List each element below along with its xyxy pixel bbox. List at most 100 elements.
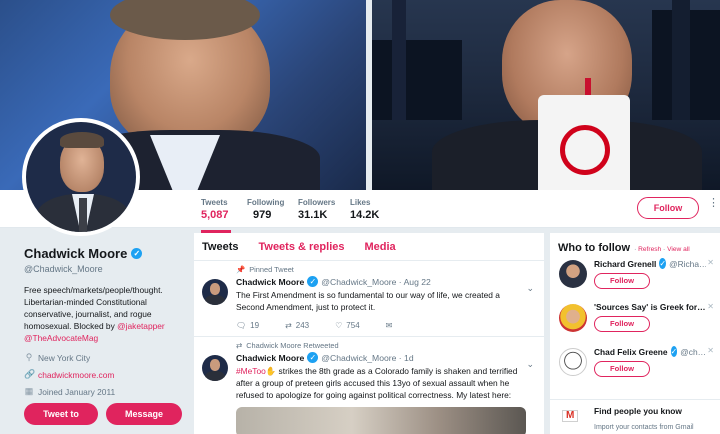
view-all-link[interactable]: View all xyxy=(667,246,690,253)
verified-badge-icon: ✓ xyxy=(131,248,143,259)
who-to-follow-links: · Refresh · View all xyxy=(634,246,690,253)
tweet-actions: 🗨 19 ⇄ 243 ♡ 754 ✉ xyxy=(236,321,536,330)
tweet-author-handle[interactable]: @Chadwick_Moore · 1d xyxy=(321,353,413,363)
gmail-icon xyxy=(562,410,578,422)
tweet-avatar[interactable] xyxy=(202,355,228,381)
retweet-icon: ⇄ xyxy=(236,341,243,350)
find-people-title[interactable]: Find people you know xyxy=(594,406,712,416)
calendar-icon: ▦ xyxy=(24,386,34,396)
verified-badge-icon: ✓ xyxy=(307,276,319,287)
chevron-down-icon[interactable]: ⌄ xyxy=(526,359,534,370)
suggestion-follow-button[interactable]: Follow xyxy=(594,361,650,377)
reply-icon: 🗨 xyxy=(236,321,247,330)
suggestion-handle: @ch… xyxy=(680,346,706,357)
suggestion-name[interactable]: Richard Grenell xyxy=(594,259,656,269)
bio-mention-jaketapper[interactable]: @jaketapper xyxy=(117,321,165,331)
suggestion-name[interactable]: 'Sources Say' is Greek for… xyxy=(594,302,706,312)
more-options-icon[interactable]: ⋮ xyxy=(708,198,719,215)
dismiss-icon[interactable]: ✕ xyxy=(707,302,714,311)
tab-media[interactable]: Media xyxy=(364,241,395,253)
message-button[interactable]: Message xyxy=(106,403,182,425)
link-icon: 🔗 xyxy=(24,369,36,379)
dismiss-icon[interactable]: ✕ xyxy=(707,346,714,355)
stat-followers[interactable]: Followers 31.1K xyxy=(298,198,335,221)
suggestion-item[interactable]: 'Sources Say' is Greek for… ✕ Follow xyxy=(550,302,720,346)
suggestion-avatar[interactable] xyxy=(559,260,587,288)
stat-following-value: 979 xyxy=(253,209,272,221)
stat-likes-value: 14.2K xyxy=(350,209,380,221)
location-pin-icon: ⚲ xyxy=(25,352,33,362)
follow-button[interactable]: Follow xyxy=(637,197,699,219)
stat-followers-label: Followers xyxy=(298,198,336,207)
tweet-item-retweet[interactable]: ⇄ Chadwick Moore Retweeted ⌄ Chadwick Mo… xyxy=(194,337,544,434)
like-count: 754 xyxy=(346,321,360,330)
tweet-media-image[interactable] xyxy=(236,407,526,434)
tweet-author-name[interactable]: Chadwick Moore xyxy=(236,277,304,287)
verified-badge-icon: ✓ xyxy=(659,258,667,269)
tweet-context: ⇄ Chadwick Moore Retweeted xyxy=(236,341,536,350)
who-to-follow-panel: Who to follow · Refresh · View all Richa… xyxy=(550,233,720,434)
stat-tweets-value: 5,087 xyxy=(201,209,229,221)
suggestion-name-row: Chad Felix Greene ✓ @ch… xyxy=(594,346,706,357)
dismiss-icon[interactable]: ✕ xyxy=(707,258,714,267)
suggestion-item[interactable]: Chad Felix Greene ✓ @ch… ✕ Follow xyxy=(550,346,720,390)
find-people-card[interactable]: Find people you know Import your contact… xyxy=(550,399,720,434)
suggestion-avatar[interactable] xyxy=(559,304,587,332)
refresh-link[interactable]: Refresh xyxy=(638,246,661,253)
reply-action[interactable]: 🗨 19 xyxy=(236,321,259,330)
tweet-avatar[interactable] xyxy=(202,279,228,305)
profile-name[interactable]: Chadwick Moore ✓ xyxy=(24,246,184,261)
raised-hand-icon: ✋ xyxy=(265,366,277,376)
profile-action-buttons: Tweet to Message xyxy=(24,403,182,425)
find-people-subtitle: Import your contacts from Gmail xyxy=(594,424,694,431)
stat-likes-label: Likes xyxy=(350,198,371,207)
stat-likes[interactable]: Likes 14.2K xyxy=(350,198,379,221)
verified-badge-icon: ✓ xyxy=(307,352,319,363)
envelope-icon: ✉ xyxy=(385,321,393,330)
stat-following[interactable]: Following 979 xyxy=(247,198,284,221)
direct-message-action[interactable]: ✉ xyxy=(386,321,393,330)
suggestion-avatar[interactable] xyxy=(559,348,587,376)
like-action[interactable]: ♡ 754 xyxy=(335,321,360,330)
profile-card: Chadwick Moore ✓ @Chadwick_Moore Free sp… xyxy=(24,246,184,397)
avatar[interactable] xyxy=(22,118,140,236)
tab-tweets[interactable]: Tweets xyxy=(202,241,238,253)
profile-location: ⚲ New York City xyxy=(24,352,184,363)
bio-mention-theadvocatemag[interactable]: @TheAdvocateMag xyxy=(24,333,98,343)
suggestion-follow-button[interactable]: Follow xyxy=(594,273,650,289)
reply-count: 19 xyxy=(250,321,260,330)
who-to-follow-header: Who to follow · Refresh · View all xyxy=(550,233,720,258)
suggestion-handle: @Richa… xyxy=(669,258,706,269)
location-text: New York City xyxy=(38,352,91,363)
profile-website: 🔗 chadwickmoore.com xyxy=(24,369,184,380)
joined-text: Joined January 2011 xyxy=(38,386,116,397)
profile-joined: ▦ Joined January 2011 xyxy=(24,386,184,397)
tweet-header: Chadwick Moore ✓ @Chadwick_Moore · 1d xyxy=(236,352,536,363)
pin-icon: 📌 xyxy=(236,265,246,274)
suggestion-name-row: 'Sources Say' is Greek for… xyxy=(594,302,706,312)
pinned-label: Pinned Tweet xyxy=(249,265,294,274)
tab-tweets-replies[interactable]: Tweets & replies xyxy=(258,241,344,253)
timeline-tabs: Tweets Tweets & replies Media xyxy=(194,233,544,261)
stat-tweets-label: Tweets xyxy=(201,198,228,207)
stat-following-label: Following xyxy=(247,198,285,207)
heart-icon: ♡ xyxy=(335,321,343,330)
hashtag-metoo[interactable]: #MeToo xyxy=(236,366,266,376)
tweet-item-pinned[interactable]: 📌 Pinned Tweet ⌄ Chadwick Moore ✓ @Chadw… xyxy=(194,261,544,337)
stat-followers-value: 31.1K xyxy=(298,209,328,221)
profile-handle[interactable]: @Chadwick_Moore xyxy=(24,264,184,274)
retweet-action[interactable]: ⇄ 243 xyxy=(285,321,309,330)
tweet-text: #MeToo✋ strikes the 8th grade as a Color… xyxy=(236,365,518,401)
website-link[interactable]: chadwickmoore.com xyxy=(38,370,114,380)
suggestion-name[interactable]: Chad Felix Greene xyxy=(594,347,668,357)
tweet-context: 📌 Pinned Tweet xyxy=(236,265,536,274)
retweeted-label: Chadwick Moore Retweeted xyxy=(246,341,339,350)
profile-name-text[interactable]: Chadwick Moore xyxy=(24,246,127,261)
tweet-author-handle[interactable]: @Chadwick_Moore · Aug 22 xyxy=(321,277,431,287)
suggestion-follow-button[interactable]: Follow xyxy=(594,316,650,332)
tweet-author-name[interactable]: Chadwick Moore xyxy=(236,353,304,363)
suggestion-item[interactable]: Richard Grenell ✓ @Richa… ✕ Follow xyxy=(550,258,720,302)
tweet-to-button[interactable]: Tweet to xyxy=(24,403,98,425)
chevron-down-icon[interactable]: ⌄ xyxy=(526,283,534,294)
stat-tweets[interactable]: Tweets 5,087 xyxy=(201,198,231,233)
